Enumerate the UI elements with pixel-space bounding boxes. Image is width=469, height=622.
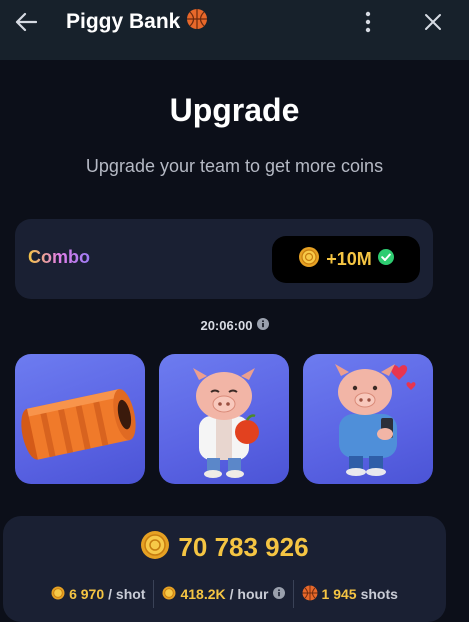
- more-vertical-icon[interactable]: [352, 6, 384, 38]
- coin-icon: [51, 586, 65, 603]
- top-bar: Piggy Bank: [0, 0, 469, 60]
- info-icon[interactable]: [256, 318, 269, 333]
- app-title: Piggy Bank: [66, 9, 181, 33]
- coin-icon: [162, 586, 176, 603]
- combo-card-pig-phone[interactable]: [303, 354, 433, 484]
- close-icon[interactable]: [417, 6, 449, 38]
- pig-character-icon: [193, 368, 259, 478]
- info-icon[interactable]: [272, 586, 285, 602]
- combo-label: Combo: [28, 247, 90, 267]
- balance-value: 70 783 926: [178, 532, 309, 562]
- per-shot-unit: / shot: [108, 586, 146, 602]
- shots-unit: shots: [360, 586, 398, 602]
- title-group: Piggy Bank: [66, 8, 208, 35]
- basketball-icon: [186, 8, 208, 35]
- stat-per-hour: 418.2K / hour: [154, 586, 292, 603]
- combo-reward-button[interactable]: +10M: [272, 236, 420, 283]
- coin-icon: [298, 246, 320, 273]
- per-hour-unit: / hour: [229, 586, 269, 602]
- combo-card: Combo +10M: [15, 219, 433, 299]
- stat-shots: 1 945 shots: [294, 585, 406, 604]
- combo-card-foam-roller[interactable]: [15, 354, 145, 484]
- coin-icon: [140, 530, 170, 565]
- combo-card-pig-chef[interactable]: [159, 354, 289, 484]
- stat-per-shot: 6 970 / shot: [43, 586, 153, 603]
- page-subtitle: Upgrade your team to get more coins: [85, 156, 384, 176]
- arrow-left-icon[interactable]: [10, 6, 42, 38]
- combo-reward-amount: +10M: [326, 249, 372, 269]
- per-shot-value: 6 970: [69, 586, 105, 602]
- shots-value: 1 945: [321, 586, 357, 602]
- page-title: Upgrade: [169, 92, 300, 128]
- pig-character-icon: [335, 364, 416, 476]
- per-hour-value: 418.2K: [180, 586, 226, 602]
- stats-card: 70 783 926 6 970 / shot 418.2K / hour 1 …: [3, 516, 446, 622]
- foam-roller-icon: [21, 389, 136, 460]
- timer-value: 20:06:00: [200, 318, 253, 333]
- combo-timer: 20:06:00: [0, 318, 469, 333]
- check-circle-icon: [377, 249, 394, 270]
- basketball-icon: [302, 585, 318, 604]
- coin-balance: 70 783 926: [3, 530, 446, 565]
- main-content: Upgrade Upgrade your team to get more co…: [0, 60, 469, 622]
- stats-row: 6 970 / shot 418.2K / hour 1 945 shots: [3, 580, 446, 608]
